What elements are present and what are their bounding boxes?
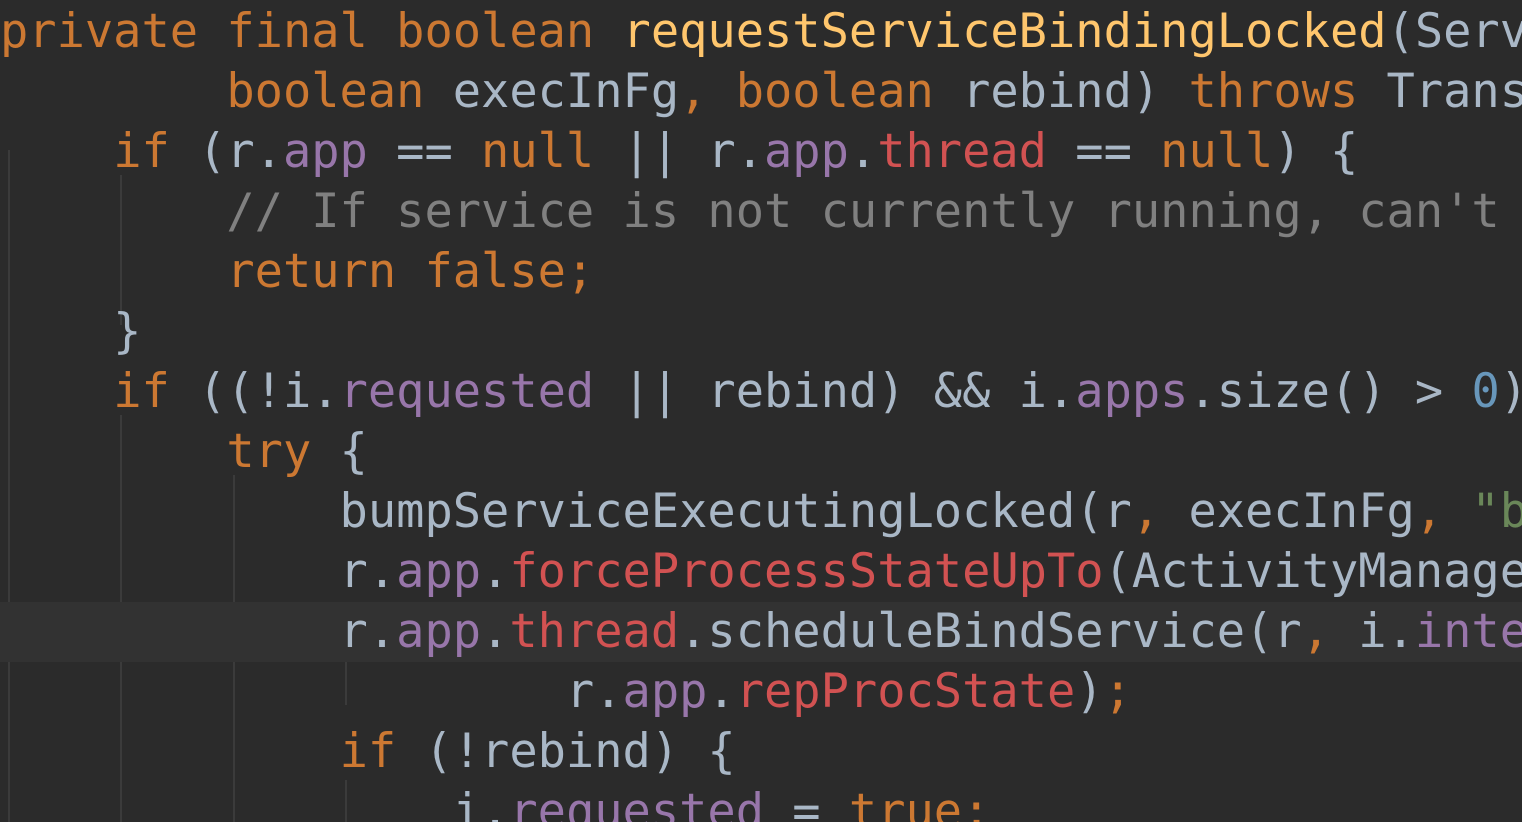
code-token: thread [509, 604, 680, 659]
code-token: . [481, 604, 510, 659]
code-line[interactable]: i.requested = true; [0, 782, 991, 822]
code-token: bumpServiceExecutingLocked(r [0, 484, 1132, 539]
code-token: private [0, 4, 199, 59]
code-token: , [1301, 604, 1330, 659]
code-token: false [424, 244, 566, 299]
code-token: requestServiceBindingLocked [622, 4, 1387, 59]
code-token: (ActivityManager [1103, 544, 1522, 599]
code-line[interactable]: return false; [0, 242, 594, 302]
code-token: ; [565, 244, 595, 299]
code-token: null [1160, 124, 1274, 179]
code-token: repProcState [735, 664, 1076, 719]
code-token: execInFg [424, 64, 680, 119]
code-token: Transa [1386, 64, 1522, 119]
code-token: .size() > [1188, 364, 1472, 419]
code-line[interactable]: // If service is not currently running, … [0, 182, 1522, 242]
code-token: boolean [226, 64, 425, 119]
code-token: { [311, 424, 368, 479]
code-line[interactable]: if (!rebind) { [0, 722, 736, 782]
code-token: app [396, 604, 482, 659]
code-token: if [113, 364, 170, 419]
code-token: app [764, 124, 849, 179]
code-line[interactable]: r.app.repProcState); [0, 662, 1132, 722]
code-token: null [481, 124, 595, 179]
code-line[interactable]: r.app.thread.scheduleBindService(r, i.in… [0, 602, 1522, 662]
code-token: boolean [735, 64, 934, 119]
code-token: rebind) [933, 64, 1189, 119]
code-token: r. [0, 544, 397, 599]
code-line[interactable]: private final boolean requestServiceBind… [0, 2, 1522, 62]
code-token: , [679, 64, 708, 119]
code-token: . [848, 124, 878, 179]
code-token: , [1414, 484, 1444, 539]
code-token: == [367, 124, 482, 179]
code-line[interactable]: r.app.forceProcessStateUpTo(ActivityMana… [0, 542, 1522, 602]
code-token: i. [1329, 604, 1415, 659]
code-token: app [396, 544, 482, 599]
code-token: 0 [1471, 364, 1500, 419]
code-token: apps [1075, 364, 1189, 419]
code-token: requested [339, 364, 595, 419]
code-token: || r. [594, 124, 765, 179]
code-token: if [339, 724, 397, 779]
code-token: // If service is not currently running, … [226, 184, 1522, 239]
code-token: requested [509, 784, 765, 822]
code-line[interactable]: boolean execInFg, boolean rebind) throws… [0, 62, 1522, 122]
code-token: throws [1188, 64, 1359, 119]
code-line[interactable]: if (r.app == null || r.app.thread == nul… [0, 122, 1358, 182]
code-line[interactable]: try { [0, 422, 368, 482]
code-token: } [0, 304, 142, 359]
code-token: i. [0, 784, 510, 822]
code-token: "bi [1471, 484, 1522, 539]
code-token: , [1131, 484, 1161, 539]
code-token: (!rebind) { [396, 724, 736, 779]
code-token: boolean [396, 4, 595, 59]
code-token: (Servi [1386, 4, 1522, 59]
code-token: thread [877, 124, 1047, 179]
code-token: app [282, 124, 368, 179]
code-token: if [113, 124, 170, 179]
code-token: inter [1414, 604, 1522, 659]
code-token: true [848, 784, 963, 822]
code-token: forceProcessStateUpTo [509, 544, 1104, 599]
code-token: final [226, 4, 368, 59]
code-token: ) [1075, 664, 1104, 719]
code-token: . [481, 544, 510, 599]
code-token: ) [1500, 364, 1522, 419]
code-token: . [707, 664, 736, 719]
code-token: (r. [169, 124, 283, 179]
code-token: ((!i. [169, 364, 340, 419]
code-token: execInFg [1160, 484, 1415, 539]
code-token: r. [0, 604, 397, 659]
code-token: try [226, 424, 312, 479]
code-token: ; [962, 784, 991, 822]
code-editor[interactable]: private final boolean requestServiceBind… [0, 0, 1522, 822]
code-token: ) { [1273, 124, 1359, 179]
code-line[interactable]: } [0, 302, 141, 362]
code-token: r. [0, 664, 623, 719]
code-token: return [226, 244, 397, 299]
code-line[interactable]: if ((!i.requested || rebind) && i.apps.s… [0, 362, 1522, 422]
code-token: = [764, 784, 849, 822]
code-line[interactable]: bumpServiceExecutingLocked(r, execInFg, … [0, 482, 1522, 542]
code-token: .scheduleBindService(r [679, 604, 1302, 659]
code-token: || rebind) && i. [594, 364, 1076, 419]
code-token: ; [1103, 664, 1132, 719]
code-token: == [1046, 124, 1161, 179]
code-token: app [622, 664, 708, 719]
